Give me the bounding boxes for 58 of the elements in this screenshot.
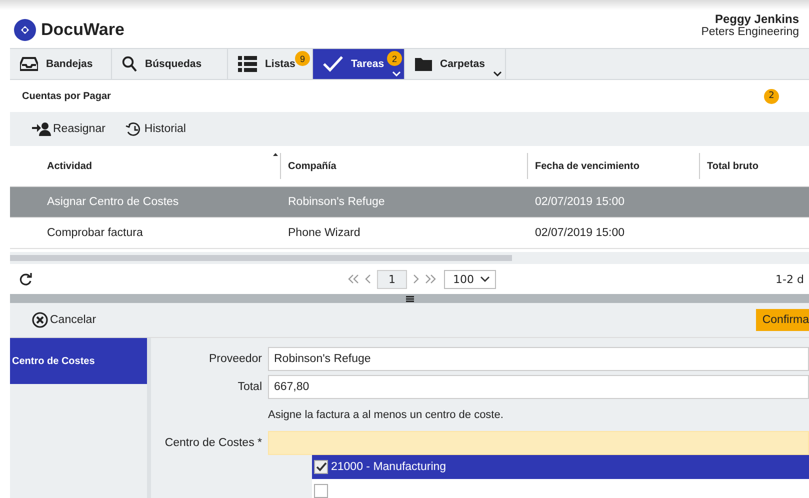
- table-cell-text: Comprobar factura: [46, 227, 144, 239]
- column-header[interactable]: Compañía: [280, 153, 527, 179]
- table-cell-text: Phone Wizard: [287, 227, 362, 239]
- company-name: Peters Engineering: [701, 26, 799, 38]
- tray-icon: [20, 57, 38, 71]
- input-field[interactable]: [268, 431, 809, 455]
- list-icon: [238, 56, 257, 72]
- next-page-icon[interactable]: [413, 274, 419, 284]
- cancel-button[interactable]: Cancelar: [10, 312, 96, 328]
- logo-text: DocuWare: [41, 20, 124, 40]
- scrollbar-thumb[interactable]: [10, 255, 512, 261]
- side-nav-item[interactable]: Centro de Costes: [10, 338, 147, 384]
- nav-tab[interactable]: Tareas 2: [313, 49, 405, 79]
- nav-tab[interactable]: Listas 9: [228, 49, 313, 79]
- page-number-field[interactable]: 1: [377, 270, 407, 288]
- column-header[interactable]: Total bruto: [699, 153, 779, 179]
- toolbar-button[interactable]: Reasignar: [32, 122, 106, 136]
- table-row[interactable]: Comprobar factura Phone Wizard 02/07/2019 15:00: [10, 218, 809, 249]
- input-field[interactable]: Robinson's Refuge: [268, 347, 809, 371]
- table-cell-text: 02/07/2019 15:00: [534, 227, 626, 239]
- refresh-icon[interactable]: [19, 272, 32, 286]
- last-page-icon[interactable]: [425, 274, 436, 284]
- field-label: Proveedor: [208, 353, 262, 365]
- list-title: Cuentas por Pagar: [22, 90, 111, 102]
- previous-page-icon[interactable]: [365, 274, 371, 284]
- field-label: Centro de Costes *: [164, 437, 262, 449]
- nav-tab[interactable]: Carpetas: [405, 49, 506, 79]
- column-header[interactable]: Actividad: [10, 153, 280, 179]
- confirm-button[interactable]: Confirma: [756, 309, 809, 331]
- count-badge: 9: [295, 51, 310, 66]
- table-cell-text: 02/07/2019 15:00: [534, 196, 626, 208]
- user-name: Peggy Jenkins: [714, 12, 799, 26]
- column-header[interactable]: Fecha de vencimiento: [527, 153, 699, 179]
- reassign-icon: [32, 122, 51, 136]
- history-icon: [125, 121, 142, 137]
- checkbox[interactable]: [314, 484, 328, 498]
- table-cell-text: Robinson's Refuge: [287, 196, 386, 208]
- splitter-handle-icon[interactable]: [406, 296, 414, 302]
- first-page-icon[interactable]: [348, 274, 359, 284]
- hint-text: Asigne la factura a al menos un centro de coste.: [268, 409, 504, 421]
- check-icon: [323, 56, 343, 72]
- dropdown-option[interactable]: 21000 - Manufacturing: [312, 455, 809, 479]
- result-count: 1-2 d: [776, 272, 804, 286]
- field-label: Total: [236, 381, 262, 393]
- count-badge: 2: [764, 88, 779, 104]
- table-cell-text: Asignar Centro de Costes: [46, 196, 180, 208]
- checkbox[interactable]: [314, 460, 328, 474]
- folder-icon: [415, 58, 432, 70]
- toolbar-button[interactable]: Historial: [125, 121, 186, 137]
- search-icon: [122, 56, 137, 72]
- nav-tab[interactable]: Bandejas: [10, 49, 112, 79]
- input-field[interactable]: 667,80: [268, 375, 809, 399]
- logo-icon: [14, 19, 36, 41]
- page-size-dropdown[interactable]: 100: [444, 270, 496, 288]
- close-icon: [32, 312, 48, 328]
- count-badge: 2: [387, 51, 402, 66]
- caret-icon: [480, 276, 490, 282]
- nav-tab[interactable]: Búsquedas: [112, 49, 228, 79]
